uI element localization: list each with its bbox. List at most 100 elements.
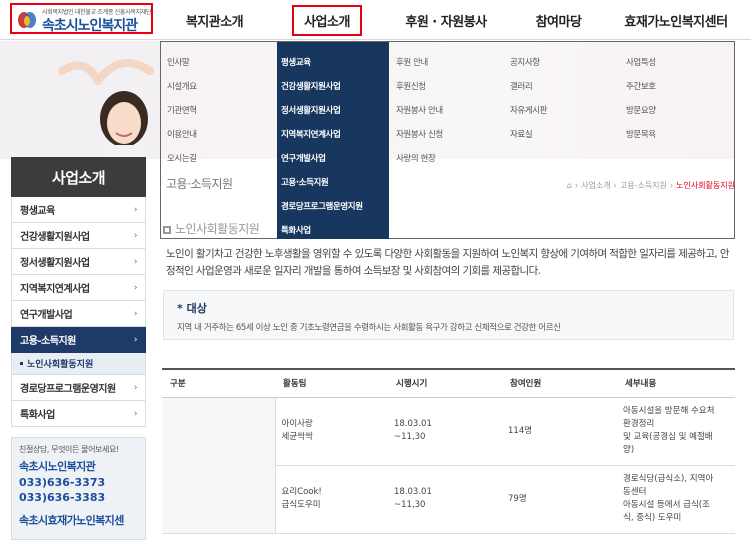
contact-box: 친절상담, 무엇이든 물어보세요! 속초시노인복지관 033)636-3373 … [11, 437, 146, 540]
sidebar-item-community-link[interactable]: 지역복지연계사업 › [11, 275, 146, 301]
sidebar-item-employment[interactable]: 고용-소득지원 › [11, 327, 146, 353]
page-category: 고용·소득지원 [166, 177, 233, 191]
sidebar-item-health[interactable]: 건강생활지원사업 › [11, 223, 146, 249]
target-box: * 대상 지역 내 거주하는 65세 이상 노인 중 기초노령연금을 수령하시는… [163, 290, 734, 340]
table-cell-detail: 경로식당(급식소), 지역아 동센터 아동시설 등에서 급식(조 식, 중식) … [617, 465, 735, 534]
logo-name: 속초시노인복지관 [42, 18, 138, 34]
table-header: 시행시기 [388, 368, 502, 398]
breadcrumb-current: 노인사회활동지원 [676, 181, 735, 190]
gnb-item-about[interactable]: 복지관소개 [161, 0, 268, 40]
mega-link[interactable]: 기관연혁 [167, 98, 197, 122]
table-header: 활동팀 [275, 368, 388, 398]
table-header: 구분 [162, 368, 275, 398]
intro-text: 노인이 활기차고 건강한 노후생활을 영위할 수 있도록 다양한 사회활동을 지… [166, 248, 730, 277]
table-cell-period: 18.03.01 ~11,30 [388, 397, 502, 466]
table-header: 세부내용 [617, 368, 735, 398]
table-cell-people: 114명 [502, 397, 617, 466]
logo-emblem-icon [18, 12, 36, 28]
logo[interactable]: 사회복지법인 대한불교 조계종 신흥사복지재단 속초시노인복지관 [10, 3, 153, 34]
contact-center-name: 속초시노인복지관 [19, 460, 96, 473]
mega-col-homecare: 사업특성 주간보호 방문요양 방문목욕 [626, 50, 656, 146]
sidebar-item-label: 경로당프로그램운영지원 [20, 384, 116, 395]
gnb-item-community[interactable]: 참여마당 [506, 0, 611, 40]
square-icon [163, 226, 171, 234]
table-cell-team: 요리Cook! 급식도우미 [275, 465, 388, 534]
mega-link[interactable]: 정서생활지원사업 [281, 98, 363, 122]
mega-col-community: 공지사항 갤러리 자유게시판 자료실 [510, 50, 548, 146]
chevron-right-icon: › [133, 204, 138, 215]
chevron-right-icon: › [133, 256, 138, 267]
breadcrumb-item[interactable]: 고용-소득지원 [620, 181, 667, 190]
mega-link[interactable]: 연구개발사업 [281, 146, 363, 170]
mega-link[interactable]: 이용안내 [167, 122, 197, 146]
contact-phone-1[interactable]: 033)636-3373 [19, 476, 138, 489]
sidebar-item-emotional[interactable]: 정서생활지원사업 › [11, 249, 146, 275]
gnb-label: 복지관소개 [185, 14, 244, 30]
mega-link[interactable]: 지역복지연계사업 [281, 122, 363, 146]
mega-link[interactable]: 방문요양 [626, 98, 656, 122]
contact-phone-2[interactable]: 033)636-3383 [19, 491, 138, 504]
chevron-right-icon: › [133, 230, 138, 241]
sidebar-item-label: 건강생활지원사업 [20, 232, 90, 243]
sidebar-subitem-senior-activity[interactable]: 노인사회활동지원 [11, 353, 146, 375]
gnb-item-homecare-center[interactable]: 효재가노인복지센터 [611, 0, 741, 40]
mega-link[interactable]: 갤러리 [510, 74, 547, 98]
mega-link[interactable]: 사업특성 [626, 50, 656, 74]
sidebar-item-research[interactable]: 연구개발사업 › [11, 301, 146, 327]
table-row: 아이사랑 세균싹싹 18.03.01 ~11,30 114명 아동시설을 방문해… [162, 397, 735, 534]
mega-link[interactable]: 오시는길 [167, 146, 197, 170]
mega-link[interactable]: 방문목욕 [626, 122, 656, 146]
target-description: 지역 내 거주하는 65세 이상 노인 중 기초노령연금을 수령하시는 사회활동… [177, 323, 561, 333]
mega-link[interactable]: 주간보호 [626, 74, 656, 98]
mega-link[interactable]: 자료실 [510, 122, 547, 146]
sidebar-item-special[interactable]: 특화사업 › [11, 401, 146, 427]
gnb-item-sponsorship[interactable]: 후원 · 자원봉사 [386, 0, 506, 40]
contact-tagline: 친절상담, 무엇이든 물어보세요! [19, 445, 119, 454]
mega-link[interactable]: 후원 안내 [396, 50, 443, 74]
contact-homecare-name: 속초시효재가노인복지센 [19, 514, 124, 527]
mega-link[interactable]: 인사말 [167, 50, 197, 74]
sidebar-item-label: 고용-소득지원 [20, 336, 76, 347]
gnb-label: 참여마당 [535, 14, 582, 30]
mega-link[interactable]: 사랑의 현장 [396, 146, 443, 170]
gnb-label: 후원 · 자원봉사 [405, 14, 487, 30]
bullet-icon [20, 362, 23, 365]
sidebar-item-label: 평생교육 [20, 206, 55, 217]
header: 사회복지법인 대한불교 조계종 신흥사복지재단 속초시노인복지관 복지관소개 사… [0, 0, 751, 40]
sidebar-item-label: 정서생활지원사업 [20, 258, 90, 269]
mega-link[interactable]: 건강생활지원사업 [281, 74, 363, 98]
chevron-right-icon: › [133, 382, 138, 393]
chevron-right-icon: › [133, 408, 138, 419]
sidebar-subitem-label: 노인사회활동지원 [27, 360, 94, 370]
sidebar-title: 사업소개 [11, 157, 146, 197]
sidebar-item-senior-center[interactable]: 경로당프로그램운영지원 › [11, 375, 146, 401]
mega-link[interactable]: 시설개요 [167, 74, 197, 98]
mega-link[interactable]: 자원봉사 안내 [396, 98, 443, 122]
home-icon[interactable]: ⌂ [567, 181, 572, 190]
chevron-right-icon: › [133, 334, 138, 345]
mega-link[interactable]: 자원봉사 신청 [396, 122, 443, 146]
sidebar-menu: 평생교육 › 건강생활지원사업 › 정서생활지원사업 › 지역복지연계사업 › 연구개발… [11, 197, 146, 427]
mega-col-sponsorship: 후원 안내 후원신청 자원봉사 안내 자원봉사 신청 사랑의 현장 [396, 50, 443, 170]
table-cell-detail: 아동시설을 방문해 수요처 환경정리 및 교육(공경심 및 예절배 양) [617, 397, 735, 466]
mega-link[interactable]: 평생교육 [281, 50, 363, 74]
sidebar-item-label: 연구개발사업 [20, 310, 73, 321]
table-cell-period: 18.03.01 ~11,30 [388, 465, 502, 534]
table-cell-category [162, 397, 276, 534]
woman-illustration [58, 59, 154, 159]
breadcrumb-item[interactable]: 사업소개 [581, 181, 610, 190]
gnb-label: 효재가노인복지센터 [624, 14, 728, 30]
mega-link[interactable]: 공지사항 [510, 50, 547, 74]
mega-link[interactable]: 자유게시판 [510, 98, 548, 122]
sidebar-item-label: 특화사업 [20, 410, 55, 421]
mega-col-programs: 평생교육 건강생활지원사업 정서생활지원사업 지역복지연계사업 연구개발사업 고… [281, 50, 363, 242]
breadcrumb: ⌂ › 사업소개 › 고용-소득지원 › 노인사회활동지원 [566, 181, 735, 190]
sidebar-item-lifelong-education[interactable]: 평생교육 › [11, 197, 146, 223]
mega-link[interactable]: 특화사업 [281, 218, 363, 242]
activity-table: 구분 활동팀 시행시기 참여인원 세부내용 아이사랑 세균싹싹 18.03.01… [162, 368, 735, 534]
gnb-item-programs[interactable]: 사업소개 [268, 0, 386, 40]
target-title: * 대상 [177, 302, 207, 315]
page-title: 노인사회활동지원 [163, 220, 260, 237]
mega-link[interactable]: 후원신청 [396, 74, 443, 98]
table-header: 참여인원 [502, 368, 617, 398]
